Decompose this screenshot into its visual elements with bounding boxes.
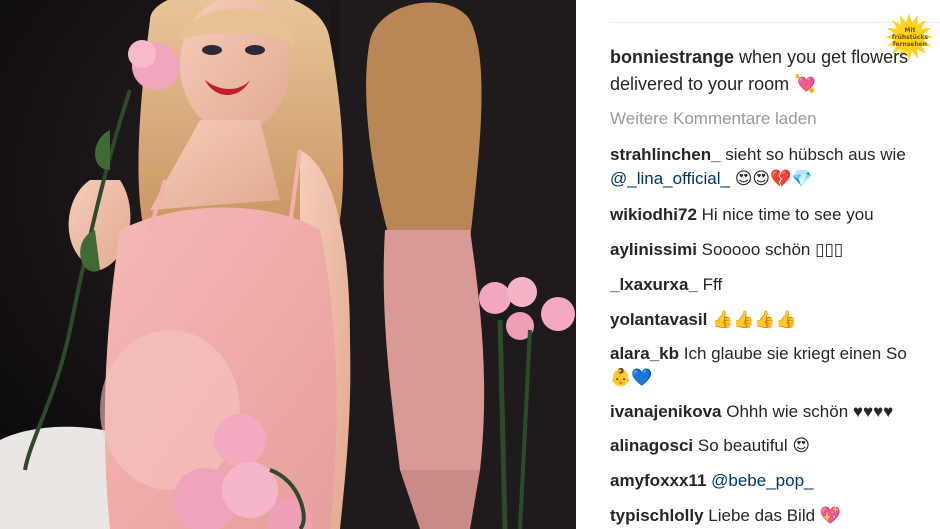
post-photo[interactable] [0, 0, 576, 529]
post-caption: bonniestrange when you get flowers deliv… [610, 44, 940, 98]
comment-item: aylinissimi Sooooo schön ▯▯▯ [610, 238, 940, 262]
comment-emoji: 😍😍💔💎 [734, 169, 813, 188]
caption-username[interactable]: bonniestrange [610, 47, 734, 67]
comment-item: _lxaxurxa_ Fff [610, 273, 940, 297]
comment-text: 👍👍👍👍 [712, 310, 797, 329]
comment-text: Hi nice time to see you [701, 205, 874, 224]
comment-username[interactable]: strahlinchen_ [610, 145, 721, 164]
comment-username[interactable]: aylinissimi [610, 240, 697, 259]
comment-item: amyfoxxx11 @bebe_pop_ [610, 469, 940, 493]
comment-text: Liebe das Bild 💖 [708, 506, 841, 525]
comment-username[interactable]: typischlolly [610, 506, 704, 525]
comment-username[interactable]: alinagosci [610, 436, 693, 455]
comment-item: wikiodhi72 Hi nice time to see you [610, 203, 940, 227]
comment-emoji: 👶💙 [610, 368, 653, 387]
comment-text: So beautiful 😍 [697, 436, 811, 455]
comment-mention[interactable]: @_lina_official_ [610, 169, 730, 188]
comment-username[interactable]: amyfoxxx11 [610, 471, 706, 490]
sun-ray [906, 13, 912, 23]
comment-text: Fff [702, 275, 723, 294]
comment-mention[interactable]: @bebe_pop_ [711, 471, 813, 490]
caption-text: when you get flowers [739, 47, 909, 67]
comment-username[interactable]: ivanajenikova [610, 402, 722, 421]
logo-line-2: frühstücks [892, 34, 928, 41]
heart-arrow-emoji: 💘 [794, 74, 817, 94]
post-photo-illustration [0, 0, 576, 529]
comment-item: alara_kb Ich glaube sie kriegt einen So … [610, 342, 940, 390]
caption-text-line2: delivered to your room [610, 74, 790, 94]
comment-item: ivanajenikova Ohhh wie schön ♥♥♥♥ [610, 400, 940, 424]
comment-text: Ohhh wie schön ♥♥♥♥ [726, 402, 894, 421]
comment-username[interactable]: alara_kb [610, 344, 679, 363]
comment-text: Ich glaube sie kriegt einen So [683, 344, 907, 363]
load-more-comments-link[interactable]: Weitere Kommentare laden [610, 106, 817, 132]
comment-text: Sooooo schön ▯▯▯ [701, 240, 844, 259]
logo-line-1: Mit [904, 27, 916, 34]
comment-item: alinagosci So beautiful 😍 [610, 434, 940, 458]
comment-username[interactable]: wikiodhi72 [610, 205, 697, 224]
comment-text: sieht so hübsch aus wie [725, 145, 906, 164]
comment-username[interactable]: _lxaxurxa_ [610, 275, 698, 294]
comment-item: yolantavasil 👍👍👍👍 [610, 308, 940, 332]
comment-username[interactable]: yolantavasil [610, 310, 707, 329]
comment-item: typischlolly Liebe das Bild 💖 [610, 504, 940, 528]
comment-item: strahlinchen_ sieht so hübsch aus wie @_… [610, 143, 940, 191]
